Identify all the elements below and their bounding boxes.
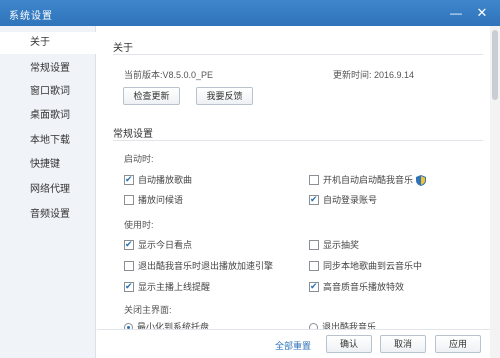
checkbox-checked[interactable]	[309, 281, 319, 292]
sidebar-item-shortcuts[interactable]: 快捷键	[0, 154, 96, 176]
sidebar-item-label: 本地下载	[30, 135, 70, 146]
option-label: 自动登录账号	[323, 195, 378, 205]
option-label: 高音质音乐播放特效	[323, 282, 405, 292]
auto-play-option[interactable]: 自动播放歌曲	[124, 173, 192, 187]
anchor-online-option[interactable]: 显示主播上线提醒	[124, 280, 210, 294]
checkbox[interactable]	[309, 260, 319, 271]
usage-label: 使用时:	[124, 220, 154, 230]
checkbox-checked[interactable]	[124, 239, 134, 250]
current-version: 当前版本:V8.5.0.0_PE	[124, 70, 214, 80]
minimize-icon[interactable]: —	[446, 3, 466, 23]
sidebar-item-label: 常规设置	[30, 63, 70, 74]
sidebar-item-network-proxy[interactable]: 网络代理	[0, 179, 96, 201]
close-icon[interactable]: ✕	[472, 3, 492, 23]
cancel-button[interactable]: 取消	[380, 335, 426, 353]
option-label: 显示抽奖	[323, 240, 360, 250]
dialog-footer: 全部重置 确认 取消 应用	[97, 329, 490, 358]
daily-highlights-option[interactable]: 显示今日看点	[124, 238, 192, 252]
sync-cloud-option[interactable]: 同步本地歌曲到云音乐中	[309, 259, 422, 273]
sidebar-item-general[interactable]: 常规设置	[0, 58, 96, 80]
checkbox-checked[interactable]	[124, 281, 134, 292]
sidebar-item-label: 窗口歌词	[30, 86, 70, 97]
option-label: 自动播放歌曲	[138, 175, 193, 185]
option-label: 显示主播上线提醒	[138, 282, 211, 292]
sidebar-item-audio[interactable]: 音频设置	[0, 204, 96, 226]
check-update-button[interactable]: 检查更新	[123, 87, 180, 105]
sidebar-item-about[interactable]: 关于	[0, 32, 96, 54]
about-section-title: 关于	[113, 43, 133, 54]
settings-content: 关于 当前版本:V8.5.0.0_PE 更新时间: 2016.9.14 检查更新…	[97, 26, 490, 358]
option-label: 开机自动启动酷我音乐	[323, 175, 414, 185]
checkbox[interactable]	[124, 194, 134, 205]
greeting-option[interactable]: 播放问候语	[124, 193, 183, 207]
feedback-button[interactable]: 我要反馈	[196, 87, 253, 105]
general-section-title: 常规设置	[113, 129, 153, 140]
update-time: 更新时间: 2016.9.14	[333, 70, 415, 80]
reset-all-link[interactable]: 全部重置	[275, 339, 311, 352]
sidebar-item-label: 关于	[30, 37, 50, 48]
sidebar-item-label: 音频设置	[30, 209, 70, 220]
section-divider	[113, 140, 483, 141]
window-title: 系统设置	[9, 11, 53, 22]
sidebar-item-desktop-lyrics[interactable]: 桌面歌词	[0, 105, 96, 127]
startup-label: 启动时:	[124, 154, 154, 164]
option-label: 同步本地歌曲到云音乐中	[323, 261, 423, 271]
close-main-label: 关闭主界面:	[124, 305, 172, 315]
option-label: 退出酷我音乐时退出播放加速引擎	[138, 261, 274, 271]
shield-icon	[416, 175, 427, 187]
sidebar-item-label: 快捷键	[30, 159, 60, 170]
apply-button[interactable]: 应用	[435, 335, 481, 353]
scrollbar-thumb[interactable]	[492, 30, 498, 100]
option-label: 显示今日看点	[138, 240, 193, 250]
checkbox-checked[interactable]	[309, 194, 319, 205]
hq-effects-option[interactable]: 高音质音乐播放特效	[309, 280, 404, 294]
sidebar-item-local-download[interactable]: 本地下载	[0, 130, 96, 152]
settings-sidebar: 关于 常规设置 窗口歌词 桌面歌词 本地下载 快捷键 网络代理 音频设置	[0, 26, 96, 358]
checkbox-checked[interactable]	[124, 174, 134, 185]
auto-login-option[interactable]: 自动登录账号	[309, 193, 377, 207]
ok-button[interactable]: 确认	[326, 335, 372, 353]
checkbox[interactable]	[124, 260, 134, 271]
option-label: 播放问候语	[138, 195, 184, 205]
sidebar-item-window-lyrics[interactable]: 窗口歌词	[0, 81, 96, 103]
sidebar-item-label: 网络代理	[30, 184, 70, 195]
exit-engine-option[interactable]: 退出酷我音乐时退出播放加速引擎	[124, 259, 273, 273]
sidebar-item-label: 桌面歌词	[30, 110, 70, 121]
auto-start-option[interactable]: 开机自动启动酷我音乐	[309, 173, 427, 187]
checkbox[interactable]	[309, 174, 319, 185]
section-divider	[113, 54, 483, 55]
show-lottery-option[interactable]: 显示抽奖	[309, 238, 359, 252]
checkbox[interactable]	[309, 239, 319, 250]
scrollbar[interactable]	[490, 26, 500, 358]
title-bar: 系统设置 — ✕	[0, 0, 500, 26]
